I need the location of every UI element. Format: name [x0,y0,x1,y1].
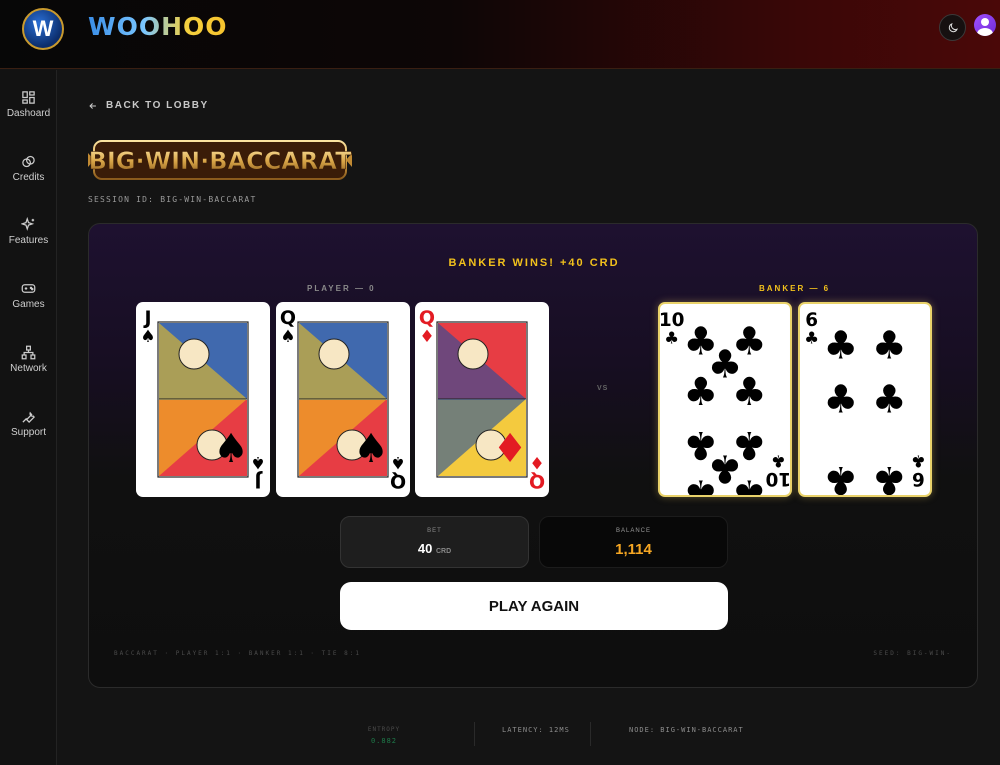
entropy-value: 0.882 [370,737,398,745]
sidebar-item-games[interactable]: Games [0,281,57,331]
session-id: SESSION ID: BIG-WIN-BACCARAT [88,195,257,204]
wrench-icon [22,411,35,424]
gamepad-icon [21,284,36,293]
banker-card-1: 10 ♣ 10 ♣ ♣ ♣ ♣ ♣ ♣ ♣ ♣ ♣ ♣ ♣ [658,302,792,497]
card-suit-icon: ♠ [213,426,249,472]
sparkles-icon [21,217,35,231]
banker-card-2: 6 ♣ 6 ♣ ♣ ♣ ♣ ♣ ♣ ♣ [798,302,932,497]
sidebar: Dashoard Credits Features Games Network … [0,70,57,765]
player-card-3: Q ♦ Q ♦ ♦ [415,302,549,497]
bet-label: BET [427,528,442,534]
logo[interactable]: W [22,8,64,50]
card-suit-icon: ♠ [353,426,389,472]
sidebar-item-features[interactable]: Features [0,217,57,267]
back-to-lobby-link[interactable]: BACK TO LOBBY [88,100,209,111]
vs-label: VS [597,385,609,392]
bet-value-row: 40 CRD [341,541,528,556]
card-pip: ♣ [872,378,907,423]
arrow-left-icon [89,102,96,109]
card-rank: Q [419,307,435,329]
bet-box: BET 40 CRD [340,516,529,568]
card-suit-icon: ♠ [140,327,155,347]
sidebar-item-credits[interactable]: Credits [0,154,57,204]
seed-info: SEED: BIG-WIN- [873,650,952,657]
sidebar-item-dashboard[interactable]: Dashoard [0,90,57,140]
player-card-2: Q ♠ Q ♠ ♠ [276,302,410,497]
card-suit-icon: ♠ [390,452,405,472]
balance-label: BALANCE [615,528,651,534]
top-bar: W WOOHOO [0,0,1000,69]
card-pip: ♣ [872,323,907,368]
card-rank: J [254,470,263,492]
bet-value: 40 [417,541,433,556]
sidebar-item-label: Features [8,235,49,246]
grid-icon [22,91,35,104]
card-rank: Q [280,307,296,329]
card-pip: ♣ [823,457,858,495]
moon-icon [948,22,958,32]
bet-unit: CRD [435,548,452,555]
node-readout: NODE: BIG-WIN-BACCARAT [629,726,744,734]
card-pip: ♣ [732,471,767,495]
card-pip: ♣ [683,471,718,495]
theme-toggle-button[interactable] [939,14,966,41]
logo-letter: W [32,16,54,41]
game-title-logo: BIG·WIN·BACCARAT [88,140,352,180]
entropy-block: ENTROPY 0.882 [366,726,402,745]
card-suit-icon: ♣ [911,451,926,470]
game-panel: BANKER WINS! +40 CRD PLAYER — 0 BANKER —… [88,223,978,688]
status-divider [590,722,591,746]
card-suit-icon: ♣ [664,329,679,348]
latency-readout: LATENCY: 12MS [502,726,570,734]
sidebar-item-label: Dashoard [6,108,51,119]
card-suit-icon: ♣ [771,451,786,470]
sidebar-item-label: Games [12,299,45,310]
balance-value: 1,114 [615,541,652,558]
result-banner: BANKER WINS! +40 CRD [448,257,620,269]
entropy-label: ENTROPY [367,726,401,733]
sidebar-item-network[interactable]: Network [0,345,57,395]
sidebar-item-support[interactable]: Support [0,409,57,459]
card-rank: J [142,307,151,329]
player-hand-label: PLAYER — 0 [307,284,376,293]
avatar[interactable] [974,14,996,36]
card-pip: ♣ [823,323,858,368]
card-rank: Q [529,470,545,492]
brand-name[interactable]: WOOHOO [88,12,228,41]
balance-box: BALANCE 1,114 [539,516,728,568]
player-card-1: J ♠ J ♠ ♠ [136,302,270,497]
card-pip: ♣ [683,370,718,415]
card-pip: ♣ [872,457,907,495]
network-icon [21,345,36,360]
sidebar-item-label: Credits [12,172,45,183]
card-suit-icon: ♦ [492,426,528,472]
card-pip: ♣ [823,378,858,423]
status-divider [474,722,475,746]
game-title: BIG·WIN·BACCARAT [89,147,352,175]
sidebar-item-label: Network [10,363,47,374]
card-pip: ♣ [732,370,767,415]
card-suit-icon: ♣ [804,329,819,348]
card-suit-icon: ♠ [250,452,265,472]
back-label: BACK TO LOBBY [106,100,209,111]
card-suit-icon: ♦ [529,452,544,472]
play-again-button[interactable]: PLAY AGAIN [340,582,728,630]
payout-info: BACCARAT · PLAYER 1:1 · BANKER 1:1 · TIE… [114,650,361,657]
card-suit-icon: ♠ [280,327,295,347]
banker-hand-label: BANKER — 6 [759,284,831,293]
card-suit-icon: ♦ [419,327,434,347]
coins-icon [22,155,35,168]
sidebar-item-label: Support [10,427,47,438]
card-rank: Q [390,470,406,492]
